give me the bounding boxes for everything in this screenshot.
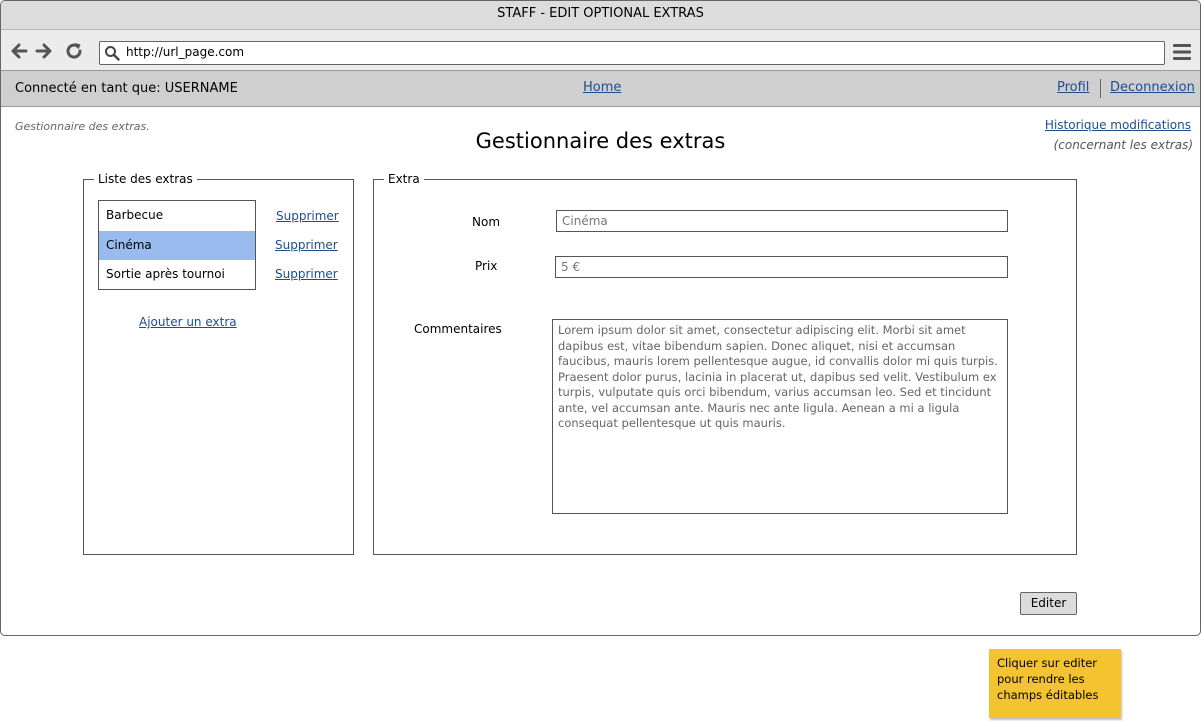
- list-item-sortie[interactable]: Sortie après tournoi: [99, 260, 255, 289]
- comments-label: Commentaires: [414, 322, 502, 336]
- add-extra-link[interactable]: Ajouter un extra: [139, 315, 237, 329]
- home-link[interactable]: Home: [583, 80, 621, 95]
- url-input[interactable]: http://url_page.com: [99, 41, 1165, 65]
- window-title: STAFF - EDIT OPTIONAL EXTRAS: [1, 1, 1200, 30]
- price-field[interactable]: 5 €: [555, 256, 1008, 278]
- list-item-cinema[interactable]: Cinéma: [99, 231, 255, 260]
- comments-textarea[interactable]: Lorem ipsum dolor sit amet, consectetur …: [552, 319, 1008, 514]
- link-separator: [1100, 79, 1101, 98]
- browser-navbar: http://url_page.com: [1, 30, 1200, 71]
- edit-button[interactable]: Editer: [1020, 592, 1077, 615]
- delete-cinema-link[interactable]: Supprimer: [275, 238, 338, 252]
- hamburger-menu-icon[interactable]: [1173, 44, 1191, 60]
- browser-window: STAFF - EDIT OPTIONAL EXTRAS http://url_…: [0, 0, 1201, 636]
- delete-barbecue-link[interactable]: Supprimer: [276, 209, 339, 223]
- name-field[interactable]: Cinéma: [556, 210, 1008, 232]
- page-title: Gestionnaire des extras: [475, 129, 726, 153]
- user-bar: Connecté en tant que: USERNAME Home Prof…: [1, 71, 1200, 107]
- reload-icon[interactable]: [64, 41, 84, 61]
- extra-detail-legend: Extra: [388, 172, 420, 186]
- search-icon: [105, 46, 120, 61]
- url-text: http://url_page.com: [126, 45, 245, 59]
- profile-link[interactable]: Profil: [1057, 80, 1089, 95]
- history-note: (concernant les extras): [1053, 138, 1193, 152]
- extras-list-legend: Liste des extras: [98, 172, 193, 186]
- back-arrow-icon[interactable]: [9, 41, 29, 61]
- list-item-barbecue[interactable]: Barbecue: [99, 201, 255, 230]
- logout-link[interactable]: Deconnexion: [1110, 80, 1195, 95]
- connected-as-label: Connecté en tant que: USERNAME: [15, 81, 238, 96]
- extras-list: Barbecue Cinéma Sortie après tournoi: [98, 200, 256, 290]
- price-label: Prix: [475, 259, 498, 273]
- forward-arrow-icon[interactable]: [34, 41, 54, 61]
- delete-sortie-link[interactable]: Supprimer: [275, 267, 338, 281]
- sticky-note: Cliquer sur editer pour rendre les champ…: [989, 649, 1121, 718]
- history-link[interactable]: Historique modifications: [1045, 118, 1191, 132]
- name-label: Nom: [472, 215, 501, 229]
